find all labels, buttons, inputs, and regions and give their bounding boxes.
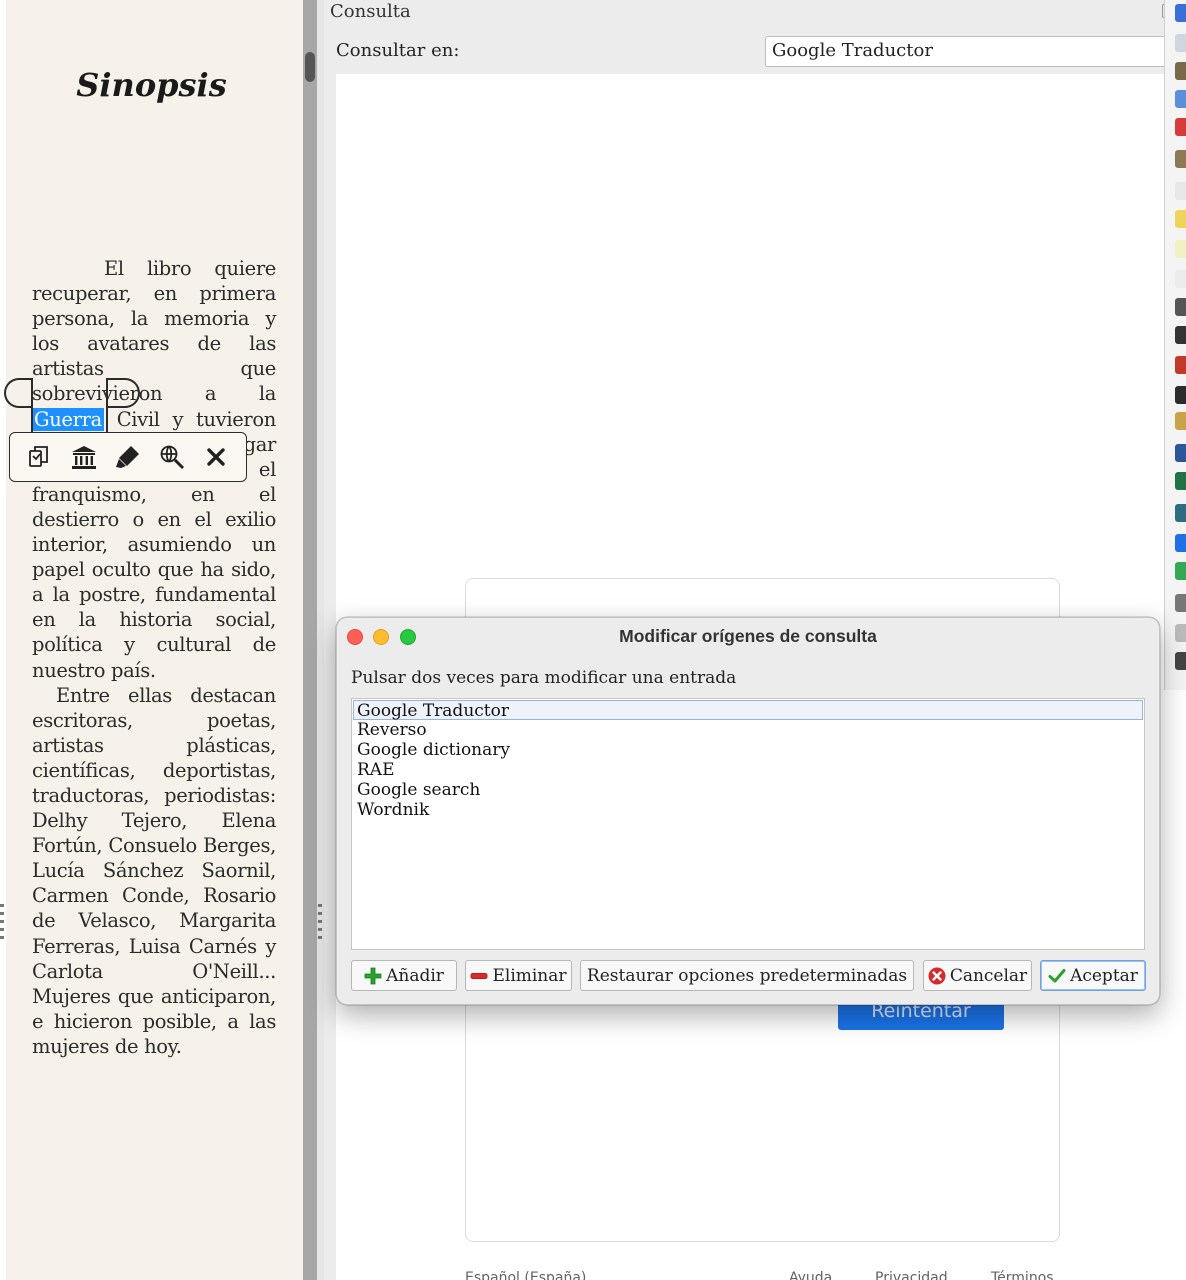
dock-app-icon[interactable]: [1175, 504, 1186, 522]
dock-app-icon[interactable]: [1175, 118, 1186, 136]
cancel-icon: [928, 967, 946, 985]
dock-app-icon[interactable]: [1175, 270, 1186, 288]
web-search-button[interactable]: [155, 440, 189, 474]
highlight-button[interactable]: [111, 440, 145, 474]
minus-icon: [470, 967, 488, 985]
dialog-title: Modificar orígenes de consulta: [619, 626, 877, 646]
dock-app-icon[interactable]: [1175, 412, 1186, 430]
add-button[interactable]: Añadir: [351, 960, 457, 991]
list-item[interactable]: Reverso: [352, 720, 1144, 740]
accept-button-label: Aceptar: [1070, 965, 1138, 986]
selection-handle-right[interactable]: [106, 378, 140, 408]
panel-title: Consulta: [330, 1, 411, 22]
museum-icon: [72, 446, 96, 469]
dock-app-icon[interactable]: [1175, 34, 1186, 52]
list-item[interactable]: Google search: [352, 780, 1144, 800]
dock-app-icon[interactable]: [1175, 182, 1186, 200]
plus-icon: [364, 967, 382, 985]
dock-app-icon[interactable]: [1175, 624, 1186, 642]
dock-app-icon[interactable]: [1175, 652, 1186, 670]
dock-app-icon[interactable]: [1175, 4, 1186, 22]
pane-splitter[interactable]: [317, 0, 324, 1280]
dock-app-icon[interactable]: [1175, 444, 1186, 462]
list-item[interactable]: Google dictionary: [352, 740, 1144, 760]
dock-app-icon[interactable]: [1175, 326, 1186, 344]
dock-app-icon[interactable]: [1175, 90, 1186, 108]
synopsis-paragraph-2: Entre ellas destacan escritoras, poetas,…: [32, 683, 276, 1058]
reader-left-edge: [0, 0, 6, 1280]
dock-app-icon[interactable]: [1175, 210, 1186, 228]
dock-app-icon[interactable]: [1175, 356, 1186, 374]
cancel-button-label: Cancelar: [949, 965, 1028, 986]
dock-app-icon[interactable]: [1175, 240, 1186, 258]
copy-icon: [29, 446, 48, 467]
web-search-icon: [160, 445, 185, 470]
list-item[interactable]: Wordnik: [352, 800, 1144, 820]
dock-app-icon[interactable]: [1175, 62, 1186, 80]
list-item[interactable]: Google Traductor: [353, 700, 1143, 721]
paragraph-1-start: El libro quiere recuperar, en primera pe…: [32, 257, 276, 406]
remove-button[interactable]: Eliminar: [465, 960, 572, 991]
dialog-hint: Pulsar dos veces para modificar una entr…: [351, 668, 737, 688]
highlighter-icon: [116, 446, 139, 468]
close-icon: [207, 448, 225, 466]
app-dock: [1164, 0, 1186, 690]
remove-button-label: Eliminar: [492, 965, 567, 986]
lookup-source-select[interactable]: Google Traductor: [765, 36, 1186, 67]
selection-toolbar: [9, 432, 247, 482]
sources-list[interactable]: Google Traductor Reverso Google dictiona…: [351, 698, 1145, 950]
dock-app-icon[interactable]: [1175, 386, 1186, 404]
dialog-titlebar[interactable]: Modificar orígenes de consulta: [337, 618, 1159, 654]
copy-button[interactable]: [23, 440, 57, 474]
close-toolbar-button[interactable]: [199, 440, 233, 474]
footer-privacy-link[interactable]: Privacidad: [875, 1270, 948, 1280]
accept-button[interactable]: Aceptar: [1040, 960, 1146, 991]
dock-app-icon[interactable]: [1175, 472, 1186, 490]
restore-defaults-button[interactable]: Restaurar opciones predeterminadas: [580, 960, 914, 991]
cancel-button[interactable]: Cancelar: [923, 960, 1032, 991]
dock-app-icon[interactable]: [1175, 534, 1186, 552]
lookup-source-label: Consultar en:: [336, 40, 460, 61]
restore-defaults-label: Restaurar opciones predeterminadas: [586, 965, 908, 986]
dialog-button-row: Añadir Eliminar Restaurar opciones prede…: [351, 960, 1147, 991]
footer-help-link[interactable]: Ayuda: [789, 1270, 832, 1280]
synopsis-text[interactable]: El libro quiere recuperar, en primera pe…: [32, 256, 276, 1059]
dock-app-icon[interactable]: [1175, 298, 1186, 316]
dictionary-button[interactable]: [67, 440, 101, 474]
checkmark-icon: [1048, 967, 1066, 985]
footer-language-link[interactable]: Español (España): [465, 1270, 586, 1280]
splitter-grip[interactable]: [318, 904, 322, 944]
modify-sources-dialog: Modificar orígenes de consulta Pulsar do…: [336, 617, 1160, 1005]
reader-scrollbar[interactable]: [303, 0, 317, 1280]
selected-word[interactable]: Guerra: [32, 407, 104, 431]
reader-pane: Sinopsis El libro quiere recuperar, en p…: [0, 0, 303, 1280]
left-resize-grip[interactable]: [0, 904, 4, 944]
page-title: Sinopsis: [76, 66, 227, 104]
selection-handle-left[interactable]: [4, 378, 32, 408]
dock-app-icon[interactable]: [1175, 150, 1186, 168]
footer-terms-link[interactable]: Términos: [991, 1270, 1054, 1280]
dock-app-icon[interactable]: [1175, 594, 1186, 612]
reader-scrollbar-thumb[interactable]: [305, 52, 315, 82]
add-button-label: Añadir: [386, 965, 444, 986]
list-item[interactable]: RAE: [352, 760, 1144, 780]
dock-app-icon[interactable]: [1175, 562, 1186, 580]
